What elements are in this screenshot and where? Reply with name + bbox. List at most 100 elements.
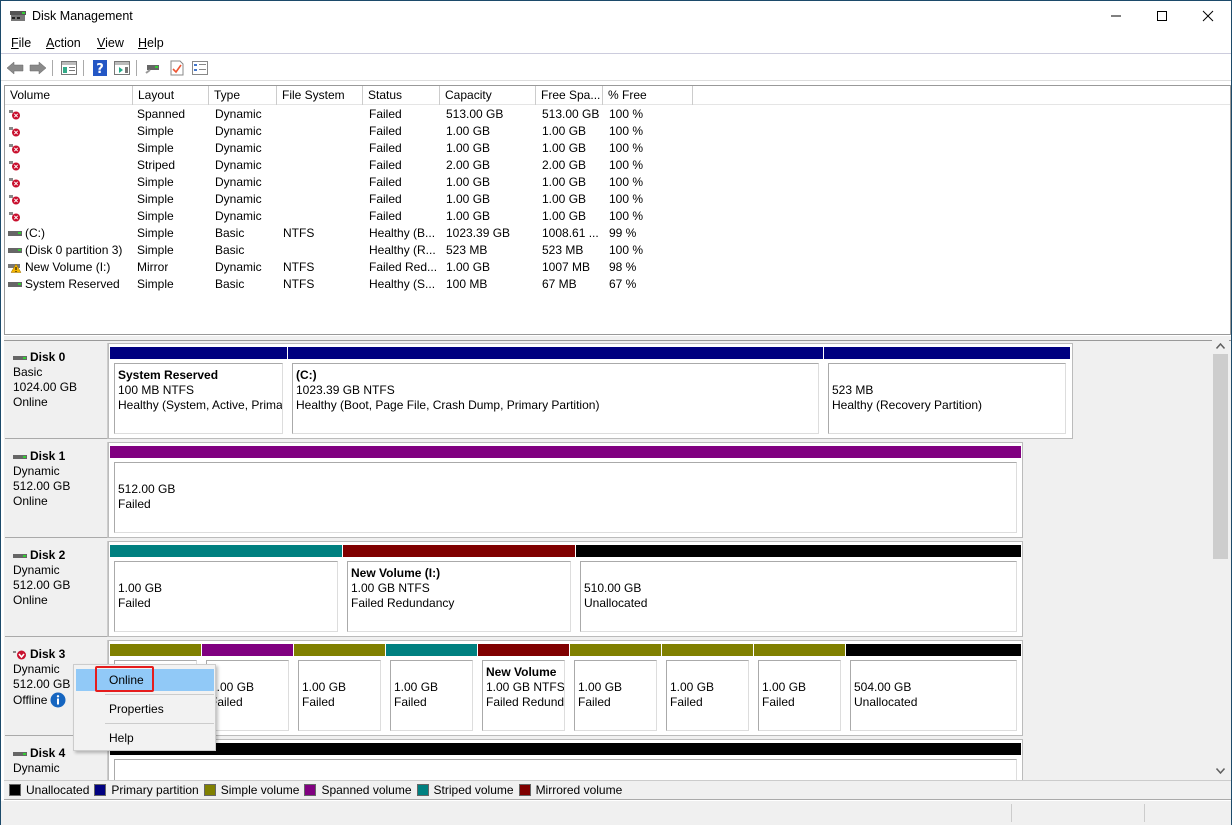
menu-file[interactable]: File xyxy=(11,36,31,50)
partition-color-bar xyxy=(110,545,342,557)
close-button[interactable] xyxy=(1185,1,1231,31)
show-hide-console-tree-button[interactable] xyxy=(60,59,78,77)
properties-list-button[interactable] xyxy=(191,59,209,77)
disk-management-window: Disk Management File Action View Help ? xyxy=(0,0,1232,825)
cell-free: 513.00 GB xyxy=(542,107,600,121)
info-icon[interactable] xyxy=(50,692,66,708)
vertical-scrollbar[interactable] xyxy=(1212,340,1229,780)
failed-volume-icon xyxy=(9,144,20,154)
cell-capacity: 1.00 GB xyxy=(446,141,491,155)
partition[interactable]: 523 MB Healthy (Recovery Partition) xyxy=(824,344,1070,438)
volume-list-row[interactable]: System Reserved Simple Basic NTFS Healthy (S… xyxy=(5,276,1230,293)
partition[interactable]: 1.00 GBFailed xyxy=(386,641,477,735)
disk-label[interactable]: Disk 0 Basic 1024.00 GB Online xyxy=(5,343,108,439)
partition-title: New Volume xyxy=(486,665,557,679)
failed-volume-icon xyxy=(9,127,20,137)
menu-help-label: elp xyxy=(147,36,164,50)
toolbar-separator xyxy=(83,60,84,76)
partition[interactable]: System Reserved 100 MB NTFS Healthy (Syste… xyxy=(110,344,287,438)
volume-list-row[interactable]: Simple Dynamic Failed 1.00 GB 1.00 GB 100 % xyxy=(5,123,1230,140)
column-percent-free[interactable]: % Free xyxy=(603,86,693,105)
partition-status: Failed xyxy=(118,497,151,511)
volume-list: Volume Layout Type File System Status Ca… xyxy=(4,85,1231,335)
column-status[interactable]: Status xyxy=(363,86,440,105)
volume-list-row[interactable]: Striped Dynamic Failed 2.00 GB 2.00 GB 100 % xyxy=(5,157,1230,174)
partition[interactable]: New Volume 1.00 GB NTFS Failed Redund xyxy=(478,641,569,735)
scroll-down-icon[interactable] xyxy=(1216,768,1225,774)
maximize-button[interactable] xyxy=(1139,1,1185,31)
column-file-system[interactable]: File System xyxy=(277,86,363,105)
volume-list-row[interactable]: Spanned Dynamic Failed 513.00 GB 513.00 GB 10… xyxy=(5,106,1230,123)
maximize-icon xyxy=(1157,11,1167,21)
column-type[interactable]: Type xyxy=(209,86,277,105)
cell-free: 523 MB xyxy=(542,243,584,257)
disk-icon xyxy=(13,751,27,756)
disk-name: Disk 3 xyxy=(13,647,107,662)
partition[interactable]: 512.00 GB Failed xyxy=(110,443,1021,537)
partition[interactable]: 1.00 GBFailed xyxy=(110,542,342,636)
disk-icon xyxy=(13,454,27,459)
checklist-icon xyxy=(170,60,184,76)
cell-capacity: 1.00 GB xyxy=(446,260,491,274)
disk-label[interactable]: Disk 1 Dynamic 512.00 GB Online xyxy=(5,442,108,538)
volume-list-row[interactable]: (C:) Simple Basic NTFS Healthy (B... 1023.39 … xyxy=(5,225,1230,242)
cell-pct: 100 % xyxy=(609,107,644,121)
partition[interactable]: 1.00 GBFailed xyxy=(662,641,753,735)
volume-list-row[interactable]: (Disk 0 partition 3) Simple Basic Healthy (… xyxy=(5,242,1230,259)
partition-size: 1.00 GB NTFS xyxy=(351,581,430,595)
failed-volume-icon xyxy=(9,161,20,171)
cell-fs: NTFS xyxy=(283,277,315,291)
volume-list-row[interactable]: New Volume (I:) Mirror Dynamic NTFS Failed R… xyxy=(5,259,1230,276)
column-capacity[interactable]: Capacity xyxy=(440,86,536,105)
minimize-button[interactable] xyxy=(1093,1,1139,31)
failed-volume-icon xyxy=(9,195,20,205)
back-button[interactable] xyxy=(6,59,24,77)
help-button[interactable]: ? xyxy=(91,59,109,77)
partition-size: 1.00 GB xyxy=(578,680,623,694)
context-menu-properties[interactable]: Properties xyxy=(76,698,214,720)
partition-size: 1.00 GB xyxy=(394,680,439,694)
partition[interactable]: 510.00 GB Unallocated xyxy=(576,542,1021,636)
checklist-button[interactable] xyxy=(168,59,186,77)
partition-color-bar xyxy=(294,644,385,656)
partition-status: Failed Redundancy xyxy=(351,596,455,610)
context-menu-help[interactable]: Help xyxy=(76,727,214,749)
partition-details: New Volume (I:) 1.00 GB NTFS Failed Redund… xyxy=(347,561,571,632)
cell-capacity: 523 MB xyxy=(446,243,488,257)
disk-icon xyxy=(13,553,27,558)
partition[interactable]: New Volume (I:) 1.00 GB NTFS Failed Redund… xyxy=(343,542,575,636)
partition[interactable] xyxy=(110,740,1021,780)
forward-button[interactable] xyxy=(29,59,47,77)
disk-name-text: Disk 2 xyxy=(30,548,66,562)
column-layout[interactable]: Layout xyxy=(133,86,209,105)
partition[interactable]: 1.00 GBFailed xyxy=(294,641,385,735)
volume-list-row[interactable]: Simple Dynamic Failed 1.00 GB 1.00 GB 100 % xyxy=(5,174,1230,191)
toolbar-separator xyxy=(52,60,53,76)
menu-action[interactable]: Action xyxy=(46,36,81,50)
menu-view[interactable]: View xyxy=(97,36,124,50)
connect-disk-button[interactable] xyxy=(144,59,162,77)
cell-layout: Simple xyxy=(137,277,174,291)
volume-list-row[interactable]: Simple Dynamic Failed 1.00 GB 1.00 GB 100 % xyxy=(5,140,1230,157)
menu-help[interactable]: Help xyxy=(138,36,164,50)
partition-status: Failed xyxy=(302,695,335,709)
scroll-up-icon[interactable] xyxy=(1216,343,1225,349)
partition[interactable]: 504.00 GB Unallocated xyxy=(846,641,1021,735)
partition-details: 1.00 GBFailed xyxy=(114,561,338,632)
volume-list-row[interactable]: Simple Dynamic Failed 1.00 GB 1.00 GB 100 % xyxy=(5,191,1230,208)
close-icon xyxy=(1202,10,1214,22)
healthy-volume-icon xyxy=(8,282,22,287)
partition-size: 1.00 GB xyxy=(210,680,255,694)
cell-free: 1008.61 ... xyxy=(542,226,599,240)
volume-list-row[interactable]: Simple Dynamic Failed 1.00 GB 1.00 GB 100 % xyxy=(5,208,1230,225)
partition[interactable]: 1.00 GBFailed xyxy=(754,641,845,735)
show-action-pane-button[interactable] xyxy=(113,59,131,77)
column-volume[interactable]: Volume xyxy=(5,86,133,105)
partition[interactable]: 1.00 GBFailed xyxy=(570,641,661,735)
disk-row: Disk 2 Dynamic 512.00 GB Online 1.00 GB Faile… xyxy=(4,541,1070,637)
disk-label[interactable]: Disk 2 Dynamic 512.00 GB Online xyxy=(5,541,108,637)
partition[interactable]: (C:) 1023.39 GB NTFS Healthy (Boot, Page F… xyxy=(288,344,823,438)
scrollbar-thumb[interactable] xyxy=(1213,354,1228,559)
cell-volume: (Disk 0 partition 3) xyxy=(25,243,123,257)
column-free-space[interactable]: Free Spa... xyxy=(536,86,603,105)
